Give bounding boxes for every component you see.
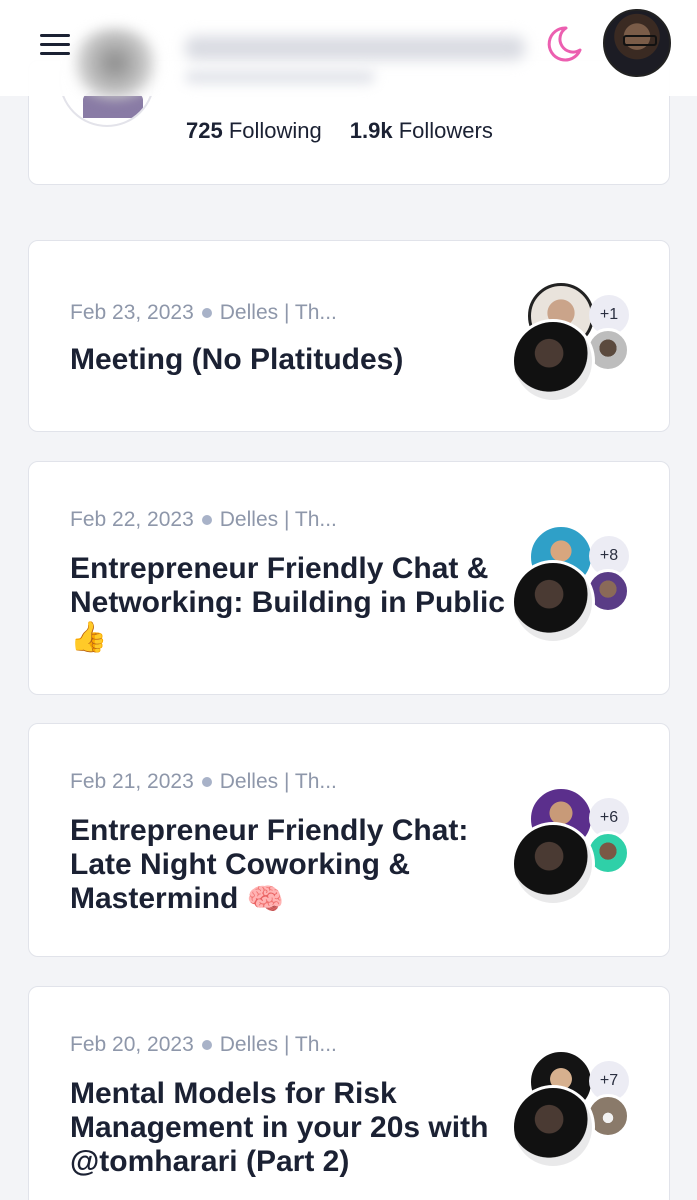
- event-meta: Feb 20, 2023 Delles | Th...: [70, 1033, 337, 1057]
- event-host[interactable]: Delles | Th...: [220, 1033, 337, 1057]
- attendee-avatars[interactable]: +7: [511, 1049, 641, 1179]
- event-title[interactable]: Entrepreneur Friendly Chat: Late Night C…: [70, 814, 515, 917]
- thumbs-up-icon: 👍: [70, 621, 108, 655]
- event-date: Feb 20, 2023: [70, 1033, 194, 1056]
- top-bar: [0, 0, 697, 98]
- event-meta: Feb 23, 2023 Delles | Th...: [70, 301, 337, 325]
- event-title[interactable]: Entrepreneur Friendly Chat & Networking:…: [70, 552, 515, 655]
- separator-dot-icon: [201, 1040, 212, 1050]
- following-label: Following: [228, 118, 322, 143]
- event-host[interactable]: Delles | Th...: [220, 770, 337, 794]
- host-avatar: [511, 560, 595, 644]
- event-title[interactable]: Mental Models for Risk Management in you…: [70, 1077, 515, 1179]
- host-avatar: [511, 822, 595, 906]
- separator-dot-icon: [201, 515, 212, 525]
- attendee-avatars[interactable]: +1: [511, 283, 641, 413]
- following-count: 725: [186, 118, 223, 143]
- profile-stats: 725 Following 1.9k Followers: [186, 118, 493, 144]
- event-host[interactable]: Delles | Th...: [220, 301, 337, 325]
- blurred-profile-name: [185, 36, 525, 60]
- event-meta: Feb 21, 2023 Delles | Th...: [70, 770, 337, 794]
- host-avatar: [511, 1085, 595, 1169]
- event-date: Feb 23, 2023: [70, 301, 194, 324]
- followers-label: Followers: [398, 118, 493, 143]
- user-avatar[interactable]: [603, 9, 671, 77]
- separator-dot-icon: [201, 777, 212, 787]
- event-date: Feb 22, 2023: [70, 508, 194, 531]
- blurred-profile-photo: [70, 28, 160, 98]
- event-card[interactable]: Feb 23, 2023 Delles | Th... Meeting (No …: [28, 240, 670, 432]
- followers-stat[interactable]: 1.9k Followers: [350, 118, 493, 144]
- event-host[interactable]: Delles | Th...: [220, 508, 337, 532]
- following-stat[interactable]: 725 Following: [186, 118, 322, 144]
- separator-dot-icon: [201, 308, 212, 318]
- attendee-avatars[interactable]: +6: [511, 786, 641, 916]
- event-card[interactable]: Feb 21, 2023 Delles | Th... Entrepreneur…: [28, 723, 670, 957]
- attendee-avatars[interactable]: +8: [511, 524, 641, 654]
- event-card[interactable]: Feb 22, 2023 Delles | Th... Entrepreneur…: [28, 461, 670, 695]
- event-title[interactable]: Meeting (No Platitudes): [70, 343, 515, 377]
- event-meta: Feb 22, 2023 Delles | Th...: [70, 508, 337, 532]
- blurred-profile-handle: [185, 70, 375, 84]
- hamburger-menu-icon[interactable]: [40, 28, 80, 60]
- event-card[interactable]: Feb 20, 2023 Delles | Th... Mental Model…: [28, 986, 670, 1200]
- brain-icon: 🧠: [246, 883, 285, 917]
- followers-count: 1.9k: [349, 118, 393, 143]
- event-date: Feb 21, 2023: [70, 770, 194, 793]
- host-avatar: [511, 319, 595, 403]
- moon-icon[interactable]: [540, 22, 584, 66]
